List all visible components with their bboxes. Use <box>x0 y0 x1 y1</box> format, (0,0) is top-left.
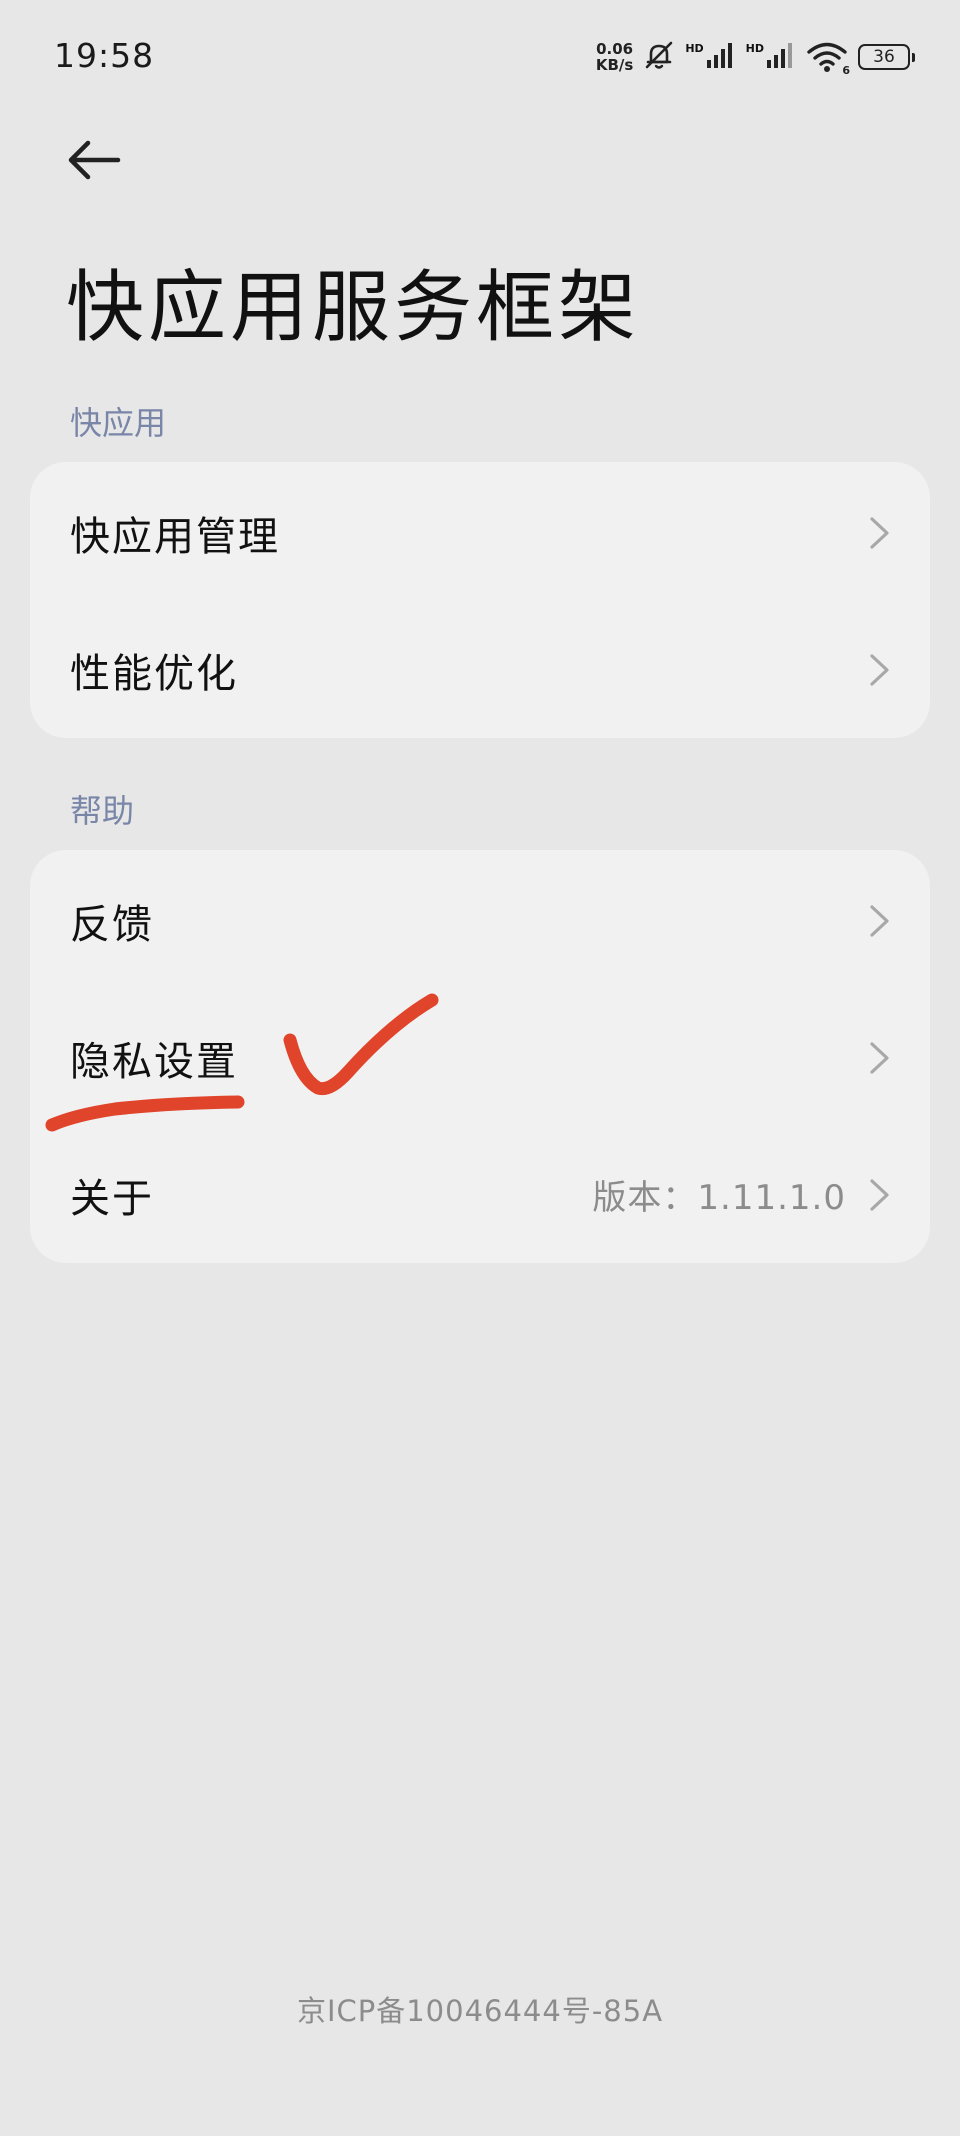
row-label: 性能优化 <box>70 650 238 697</box>
wifi-icon: 6 <box>806 41 850 77</box>
row-privacy-settings[interactable]: 隐私设置 <box>30 989 930 1126</box>
version-value: 版本：1.11.1.0 <box>592 1178 846 1218</box>
sim1-hd-label: HD <box>685 42 704 55</box>
signal-bars-icon <box>766 40 796 74</box>
wifi-badge: 6 <box>842 64 850 77</box>
row-performance-optimize[interactable]: 性能优化 <box>30 601 930 738</box>
row-label: 反馈 <box>70 901 154 948</box>
bell-off-icon <box>643 39 675 75</box>
status-icons: 0.06 KB/s HD HD 6 36 <box>596 38 915 77</box>
battery-icon: 36 <box>858 44 915 70</box>
icp-footer: 京ICP备10046444号-85A <box>296 1994 664 2028</box>
settings-card-quick-app: 快应用管理 性能优化 <box>30 462 930 738</box>
status-bar: 19:58 0.06 KB/s HD HD 6 36 <box>0 0 960 110</box>
row-about[interactable]: 关于 版本：1.11.1.0 <box>30 1126 930 1263</box>
chevron-right-icon <box>868 1177 892 1213</box>
network-speed-value: 0.06 <box>596 40 634 58</box>
battery-level: 36 <box>873 47 895 67</box>
section-header-quick-app: 快应用 <box>70 404 167 442</box>
arrow-left-icon <box>62 140 132 194</box>
row-feedback[interactable]: 反馈 <box>30 852 930 989</box>
section-header-help: 帮助 <box>70 792 135 830</box>
sim2-hd-label: HD <box>745 42 764 55</box>
signal-bars-icon <box>706 40 736 74</box>
signal-sim1: HD <box>685 40 735 74</box>
chevron-right-icon <box>868 652 892 688</box>
network-speed-unit: KB/s <box>595 56 634 74</box>
chevron-right-icon <box>868 903 892 939</box>
back-button[interactable] <box>62 130 132 190</box>
network-speed: 0.06 KB/s <box>596 41 633 73</box>
row-label: 隐私设置 <box>70 1038 238 1085</box>
chevron-right-icon <box>868 515 892 551</box>
chevron-right-icon <box>868 1040 892 1076</box>
signal-sim2: HD <box>746 40 796 74</box>
row-label: 关于 <box>70 1175 154 1222</box>
settings-card-help: 反馈 隐私设置 关于 版本：1.11.1.0 <box>30 850 930 1263</box>
row-label: 快应用管理 <box>70 513 280 560</box>
row-quick-app-manage[interactable]: 快应用管理 <box>30 464 930 601</box>
page-title: 快应用服务框架 <box>66 263 641 353</box>
status-time: 19:58 <box>54 36 155 75</box>
